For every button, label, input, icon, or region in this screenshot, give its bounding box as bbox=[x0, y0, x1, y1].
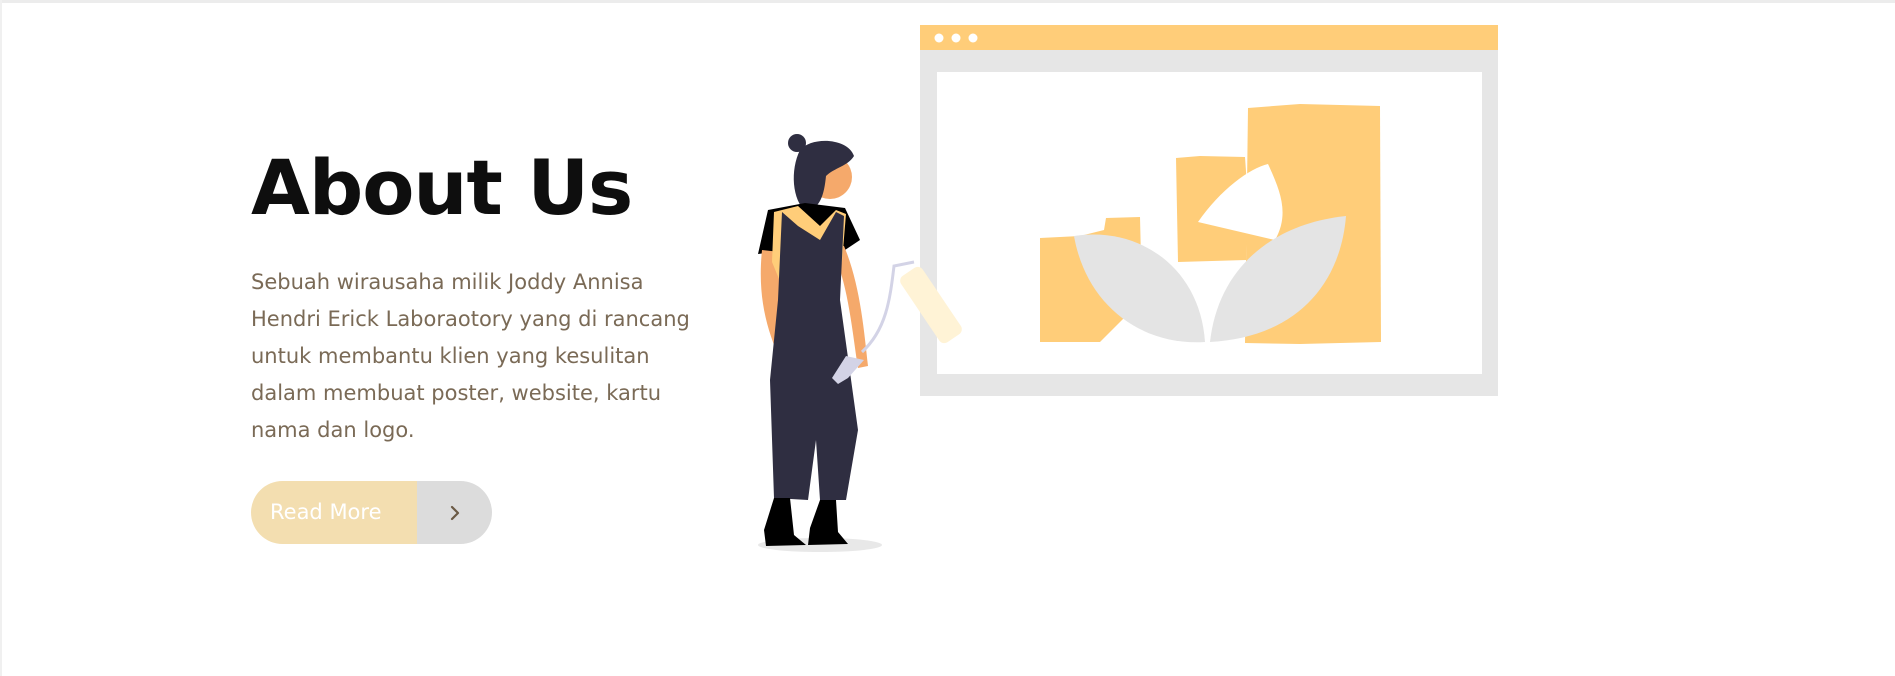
about-text-block: About Us Sebuah wirausaha milik Joddy An… bbox=[251, 140, 691, 449]
about-description: Sebuah wirausaha milik Joddy Annisa Hend… bbox=[251, 270, 690, 442]
top-divider bbox=[0, 0, 1895, 3]
read-more-button[interactable]: Read More bbox=[251, 481, 492, 544]
painted-logo-illustration bbox=[1040, 104, 1381, 344]
browser-window-illustration bbox=[920, 25, 1498, 396]
page-title: About Us bbox=[251, 143, 633, 232]
read-more-label: Read More bbox=[251, 481, 417, 544]
left-border bbox=[0, 0, 2, 676]
painter-figure-illustration bbox=[758, 134, 962, 552]
chevron-right-icon bbox=[417, 481, 492, 544]
